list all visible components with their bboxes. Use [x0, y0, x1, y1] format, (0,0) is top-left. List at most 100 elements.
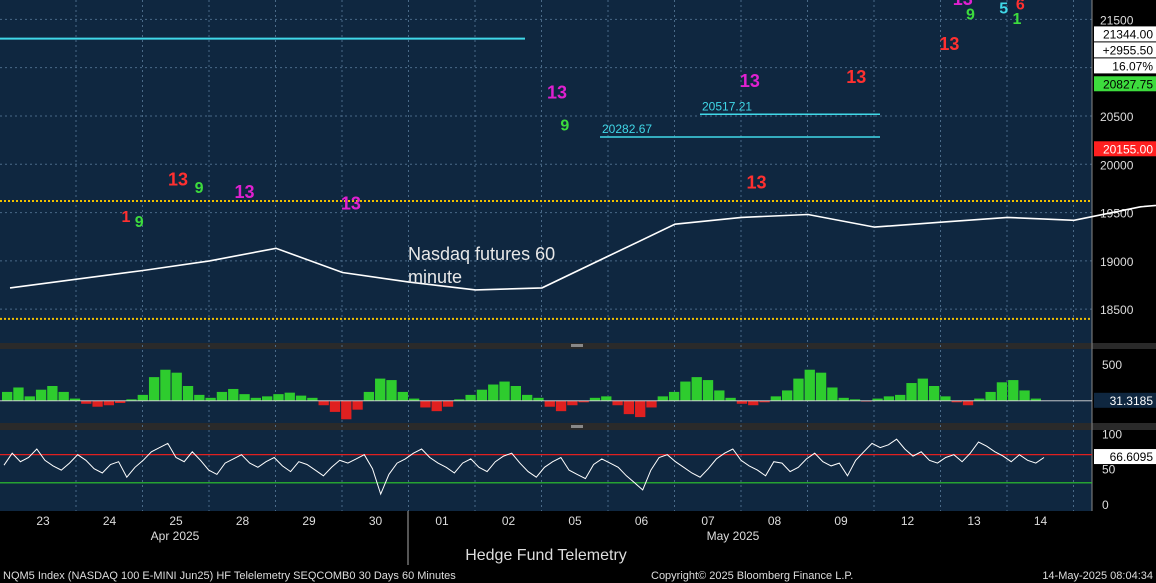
- x-tick-label: 28: [236, 514, 250, 528]
- histogram-bar: [47, 386, 58, 401]
- x-tick-label: 05: [568, 514, 582, 528]
- count-label: 13: [939, 34, 959, 54]
- histogram-bar: [827, 387, 838, 401]
- histogram-bar: [533, 397, 544, 401]
- histogram-bar: [137, 394, 148, 401]
- histogram-bar: [216, 391, 228, 401]
- histogram-bar: [171, 372, 182, 401]
- histogram-bar: [522, 394, 533, 401]
- histogram-bar: [35, 389, 47, 401]
- histogram-bar: [691, 377, 702, 401]
- price-y-tick-label: 20000: [1100, 158, 1134, 172]
- histogram-bar: [1008, 380, 1019, 401]
- x-tick-label: 14: [1034, 514, 1048, 528]
- price-y-tick-label: 19000: [1100, 255, 1134, 269]
- histogram-bar: [295, 395, 307, 401]
- oscillator-y-tick-label: 100: [1102, 428, 1122, 442]
- histogram-bar: [985, 391, 996, 401]
- x-tick-label: 13: [967, 514, 981, 528]
- histogram-bar: [194, 394, 205, 401]
- price-y-tick-label: 21500: [1100, 13, 1134, 27]
- oscillator-last-value: 66.6095: [1110, 450, 1154, 464]
- level-label: 20282.67: [602, 122, 652, 136]
- count-label: 13: [235, 182, 255, 202]
- histogram-bar: [883, 396, 895, 401]
- histogram-bar: [341, 400, 352, 420]
- histogram-bar: [92, 400, 103, 407]
- histogram-bar: [680, 381, 691, 401]
- x-tick-label: 09: [834, 514, 848, 528]
- histogram-bar: [702, 380, 714, 401]
- count-label: 13: [168, 170, 188, 190]
- x-tick-label: 01: [435, 514, 449, 528]
- footer-center: Copyright© 2025 Bloomberg Finance L.P.: [651, 570, 853, 582]
- histogram-bar: [352, 400, 363, 410]
- histogram-bar: [2, 391, 13, 401]
- histogram-bar: [646, 400, 657, 408]
- histogram-bar: [793, 378, 804, 401]
- histogram-bar: [329, 400, 341, 412]
- divider-grip-2[interactable]: [571, 425, 583, 428]
- chart-annotation-line1: Nasdaq futures 60: [408, 244, 555, 264]
- histogram-bar: [601, 396, 612, 401]
- count-label: 13: [341, 194, 361, 214]
- count-label: 5: [999, 1, 1008, 18]
- histogram-bar: [397, 391, 408, 401]
- price-y-tick-label: 18500: [1100, 303, 1134, 317]
- histogram-bar: [895, 394, 906, 401]
- histogram-bar: [782, 390, 793, 401]
- count-label: 9: [560, 117, 569, 134]
- count-label: 13: [547, 83, 567, 103]
- histogram-bar: [148, 377, 160, 401]
- histogram-bar: [228, 388, 239, 401]
- histogram-bar: [589, 397, 601, 401]
- histogram-bar: [940, 396, 951, 401]
- level-label: 20517.21: [702, 99, 752, 113]
- price-y-tick-label: 20500: [1100, 110, 1134, 124]
- x-tick-label: 24: [103, 514, 117, 528]
- histogram-bar: [13, 387, 24, 401]
- chart-root: 18500190001950020000205002100021500 2051…: [0, 0, 1156, 583]
- histogram-bar: [567, 400, 578, 406]
- x-tick-label: 23: [36, 514, 50, 528]
- histogram-bar: [555, 400, 567, 412]
- histogram-bar: [375, 378, 386, 401]
- histogram-bar: [612, 400, 623, 406]
- histogram-last-value: 31.3185: [1110, 394, 1154, 408]
- histogram-bar: [465, 394, 476, 401]
- histogram-bar: [815, 372, 827, 401]
- histogram-bar: [160, 369, 171, 401]
- histogram-y-tick-label: 500: [1102, 358, 1122, 372]
- x-tick-label: 29: [302, 514, 316, 528]
- count-label: 1: [1013, 11, 1022, 28]
- histogram-bar: [58, 391, 69, 401]
- histogram-bar: [250, 397, 261, 401]
- histogram-bar: [386, 380, 397, 401]
- histogram-bar: [476, 389, 488, 401]
- histogram-bar: [262, 396, 273, 401]
- x-tick-label: 02: [502, 514, 516, 528]
- histogram-bar: [725, 397, 736, 401]
- price-tag-level_red: 20155.00: [1103, 142, 1153, 156]
- footer-left: NQM5 Index (NASDAQ 100 E-MINI Jun25) HF …: [3, 570, 456, 582]
- histogram-bar: [657, 396, 668, 401]
- chart-annotation-line2: minute: [408, 267, 462, 287]
- divider-grip-1[interactable]: [571, 344, 583, 347]
- oscillator-y-tick-label: 0: [1102, 498, 1109, 512]
- histogram-bar: [623, 400, 635, 415]
- histogram-bar: [182, 386, 194, 401]
- histogram-bar: [431, 400, 442, 412]
- histogram-bar: [442, 400, 454, 407]
- price-tag-change: +2955.50: [1103, 43, 1154, 57]
- histogram-bar: [103, 400, 115, 406]
- oscillator-panel: [0, 430, 1092, 511]
- credit-label: Hedge Fund Telemetry: [465, 547, 627, 564]
- count-label: 1: [121, 209, 130, 226]
- count-label: 9: [135, 214, 144, 231]
- oscillator-y-tick-label: 50: [1102, 463, 1116, 477]
- month-label-april: Apr 2025: [151, 529, 200, 543]
- footer-right: 14-May-2025 08:04:34: [1042, 570, 1153, 582]
- histogram-bar: [488, 384, 499, 401]
- histogram-bar: [284, 392, 295, 401]
- x-tick-label: 30: [369, 514, 383, 528]
